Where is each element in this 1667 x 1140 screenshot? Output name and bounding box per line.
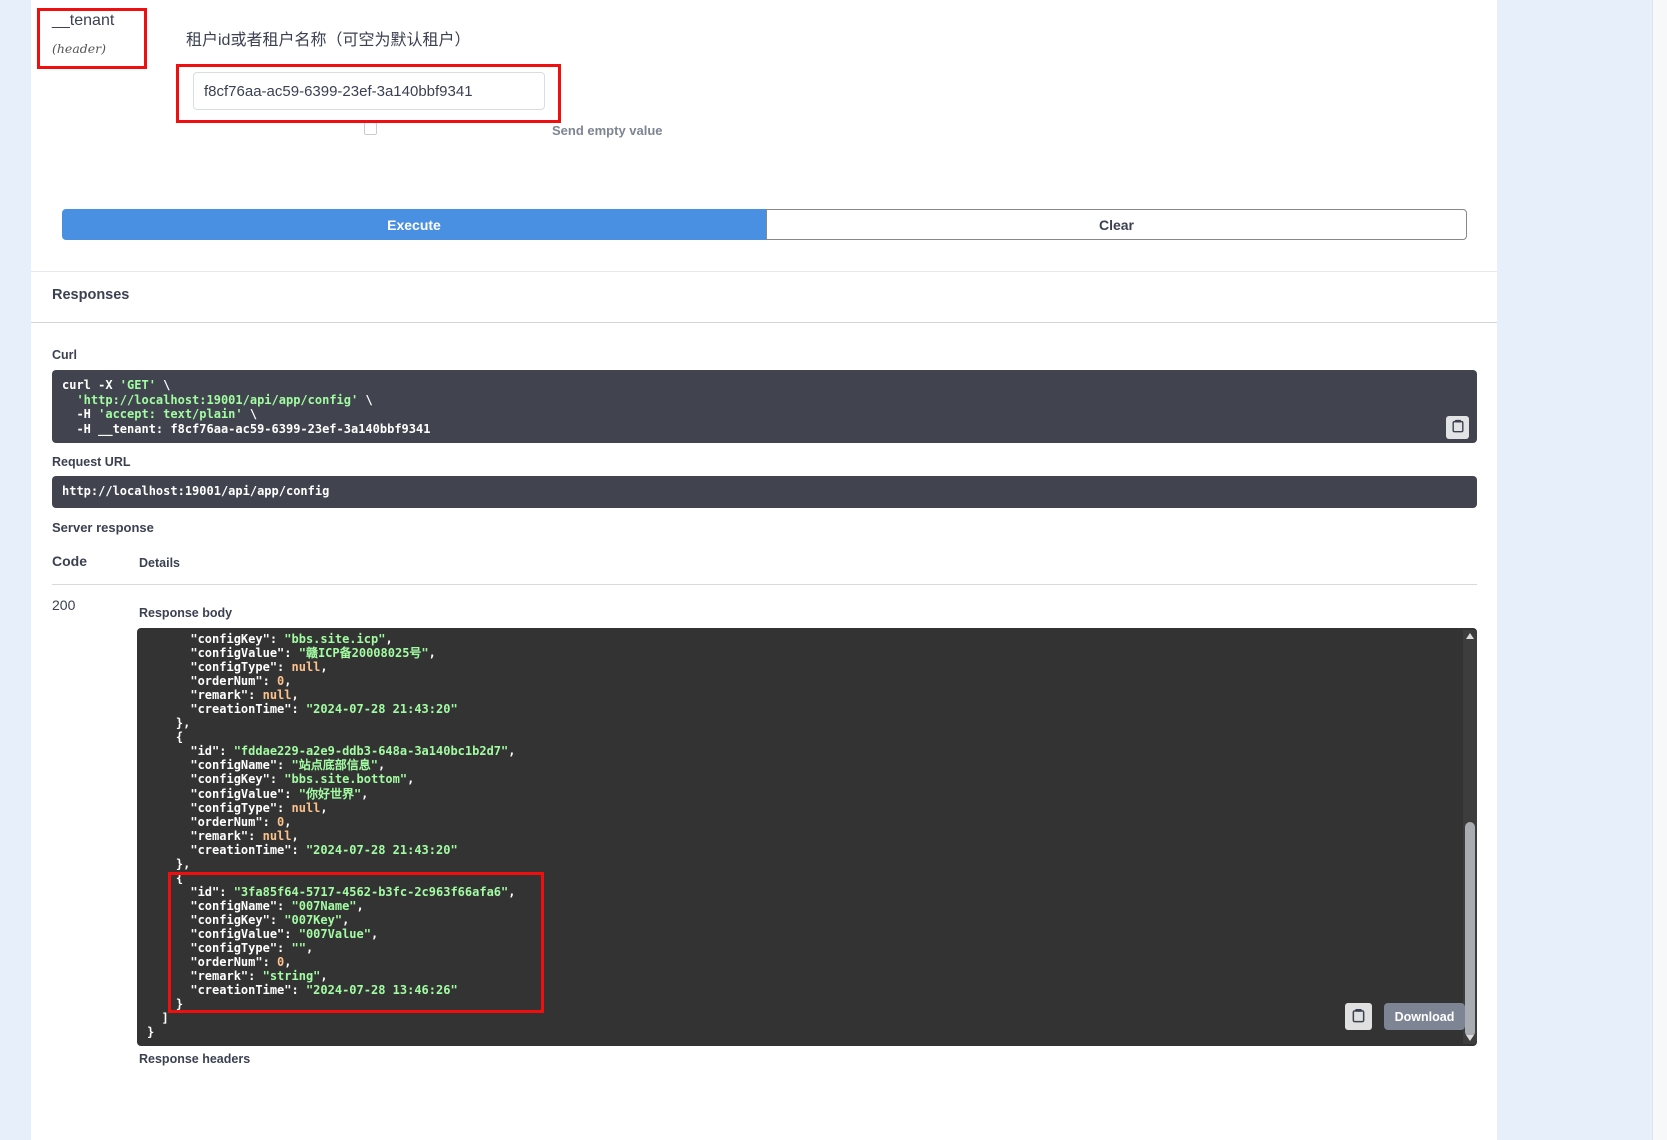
execute-button[interactable]: Execute: [62, 209, 766, 240]
table-header-divider: [52, 584, 1477, 585]
responses-top-divider: [31, 271, 1497, 272]
response-scrollbar[interactable]: [1463, 630, 1477, 1044]
browser-scrollbar[interactable]: [1652, 0, 1667, 1140]
clear-button[interactable]: Clear: [766, 209, 1467, 240]
tenant-value-input[interactable]: [193, 72, 545, 110]
scroll-up-icon[interactable]: [1466, 633, 1474, 639]
details-column-header: Details: [139, 556, 180, 570]
code-column-header: Code: [52, 553, 87, 569]
parameter-location: (header): [52, 41, 106, 56]
response-headers-label: Response headers: [139, 1052, 250, 1066]
request-url-label: Request URL: [52, 455, 130, 469]
send-empty-checkbox[interactable]: [364, 122, 377, 135]
clipboard-icon: [1451, 419, 1465, 436]
response-body: "configKey": "bbs.site.icp", "configValu…: [137, 628, 1477, 1046]
scroll-down-icon[interactable]: [1466, 1035, 1474, 1041]
parameter-name: __tenant: [52, 12, 114, 30]
curl-copy-button[interactable]: [1446, 416, 1469, 439]
download-button[interactable]: Download: [1384, 1003, 1465, 1030]
curl-label: Curl: [52, 348, 77, 362]
parameter-description: 租户id或者租户名称（可空为默认租户）: [186, 26, 470, 50]
page: __tenant (header) 租户id或者租户名称（可空为默认租户） Se…: [0, 0, 1667, 1140]
responses-header-divider: [31, 322, 1497, 323]
request-url-block: http://localhost:19001/api/app/config: [52, 476, 1477, 508]
clipboard-icon: [1351, 1008, 1366, 1026]
server-response-label: Server response: [52, 520, 154, 535]
responses-title: Responses: [52, 287, 129, 303]
curl-command: curl -X 'GET' \ 'http://localhost:19001/…: [52, 370, 1477, 443]
response-body-label: Response body: [139, 606, 232, 620]
status-code: 200: [52, 597, 75, 613]
response-scrollbar-thumb[interactable]: [1465, 822, 1475, 1037]
send-empty-label: Send empty value: [552, 123, 663, 138]
request-url-value: http://localhost:19001/api/app/config: [62, 484, 329, 498]
response-copy-button[interactable]: [1345, 1003, 1372, 1030]
